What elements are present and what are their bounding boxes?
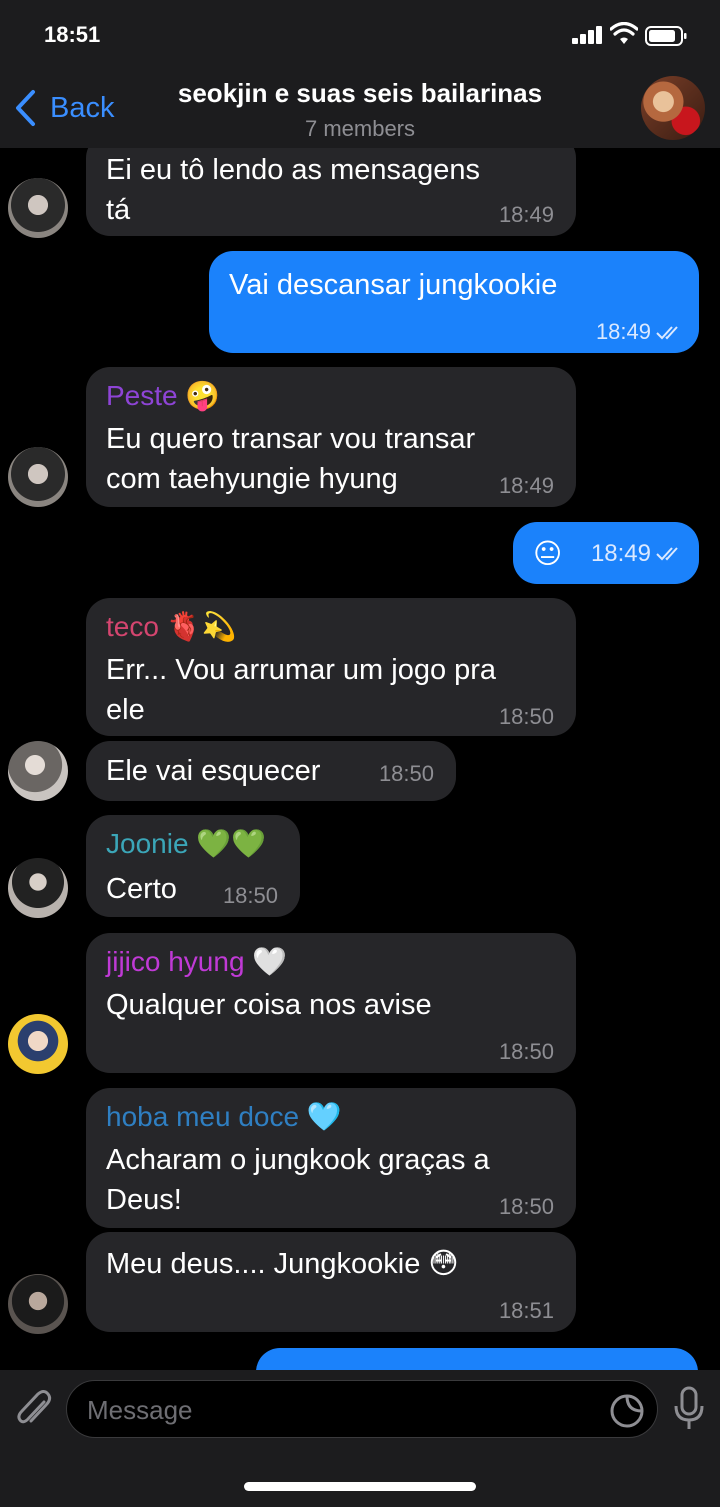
message-incoming[interactable]: Ei eu tô lendo as mensagens tá 18:49 xyxy=(86,148,576,236)
message-time: 18:49 xyxy=(590,540,651,567)
message-text: Certo xyxy=(106,873,177,905)
message-incoming[interactable]: teco 🫀💫 Err... Vou arrumar um jogo pra e… xyxy=(86,598,576,736)
message-incoming[interactable]: Ele vai esquecer 18:50 xyxy=(86,741,456,801)
message-incoming[interactable]: Meu deus.... Jungkookie 😳 18:51 xyxy=(86,1232,576,1332)
wifi-icon xyxy=(610,22,638,44)
read-checkmarks-icon xyxy=(656,547,678,561)
avatar[interactable] xyxy=(8,858,68,918)
message-time: 18:49 xyxy=(595,319,651,344)
message-outgoing-partial[interactable] xyxy=(256,1348,698,1370)
message-list[interactable]: Ei eu tô lendo as mensagens tá 18:49 Vai… xyxy=(0,148,720,1370)
battery-icon xyxy=(645,26,687,46)
message-time: 18:50 xyxy=(378,761,434,786)
message-text: 😐 xyxy=(533,537,563,570)
message-input[interactable]: Message xyxy=(66,1380,658,1438)
message-time: 18:49 xyxy=(498,202,554,227)
message-text: Err... Vou arrumar um jogo pra xyxy=(106,654,497,686)
message-time: 18:50 xyxy=(222,883,278,908)
chat-title[interactable]: seokjin e suas seis bailarinas xyxy=(0,78,720,109)
status-bar: 18:51 xyxy=(0,0,720,70)
avatar[interactable] xyxy=(8,741,68,801)
message-text: Deus! xyxy=(106,1184,182,1216)
message-text: com taehyungie hyung xyxy=(106,463,398,495)
home-indicator xyxy=(244,1482,476,1491)
sticker-icon[interactable] xyxy=(609,1393,645,1429)
member-count: 7 members xyxy=(304,116,416,141)
message-text: Acharam o jungkook graças a xyxy=(106,1144,490,1176)
message-time: 18:50 xyxy=(498,1039,554,1064)
sender-name: Joonie 💚💚 xyxy=(106,827,267,860)
sender-name: teco 🫀💫 xyxy=(106,610,237,643)
message-placeholder: Message xyxy=(87,1395,193,1425)
message-text: Ele vai esquecer xyxy=(106,755,321,787)
message-text: Qualquer coisa nos avise xyxy=(106,989,432,1021)
message-incoming[interactable]: hoba meu doce 🩵 Acharam o jungkook graça… xyxy=(86,1088,576,1228)
paperclip-icon[interactable] xyxy=(14,1388,54,1432)
message-text: Vai descansar jungkookie xyxy=(229,269,558,301)
message-outgoing[interactable]: 😐 18:49 xyxy=(513,522,699,584)
message-time: 18:50 xyxy=(498,1194,554,1219)
input-bar: Message xyxy=(0,1370,720,1507)
message-time: 18:51 xyxy=(498,1298,554,1323)
microphone-icon[interactable] xyxy=(672,1386,706,1432)
message-text: Meu deus.... Jungkookie 😳 xyxy=(106,1248,459,1280)
message-outgoing[interactable]: Vai descansar jungkookie 18:49 xyxy=(209,251,699,353)
signal-icon xyxy=(572,26,604,44)
group-avatar[interactable] xyxy=(641,76,705,140)
read-checkmarks-icon xyxy=(656,326,678,340)
message-time: 18:50 xyxy=(498,704,554,729)
status-time: 18:51 xyxy=(44,22,101,47)
message-text: ele xyxy=(106,694,145,726)
message-text: tá xyxy=(106,194,131,226)
chat-header: Back seokjin e suas seis bailarinas 7 me… xyxy=(0,70,720,148)
sender-name: jijico hyung 🤍 xyxy=(106,945,288,978)
message-text: Ei eu tô lendo as mensagens xyxy=(106,154,481,186)
message-incoming[interactable]: Joonie 💚💚 Certo 18:50 xyxy=(86,815,300,917)
message-incoming[interactable]: jijico hyung 🤍 Qualquer coisa nos avise … xyxy=(86,933,576,1073)
avatar[interactable] xyxy=(8,1014,68,1074)
sender-name: Peste 🤪 xyxy=(106,379,221,412)
message-incoming[interactable]: Peste 🤪 Eu quero transar vou transar com… xyxy=(86,367,576,507)
message-time: 18:49 xyxy=(498,473,554,498)
avatar[interactable] xyxy=(8,447,68,507)
message-text: Eu quero transar vou transar xyxy=(106,423,476,455)
avatar[interactable] xyxy=(8,178,68,238)
sender-name: hoba meu doce 🩵 xyxy=(106,1100,342,1133)
avatar[interactable] xyxy=(8,1274,68,1334)
